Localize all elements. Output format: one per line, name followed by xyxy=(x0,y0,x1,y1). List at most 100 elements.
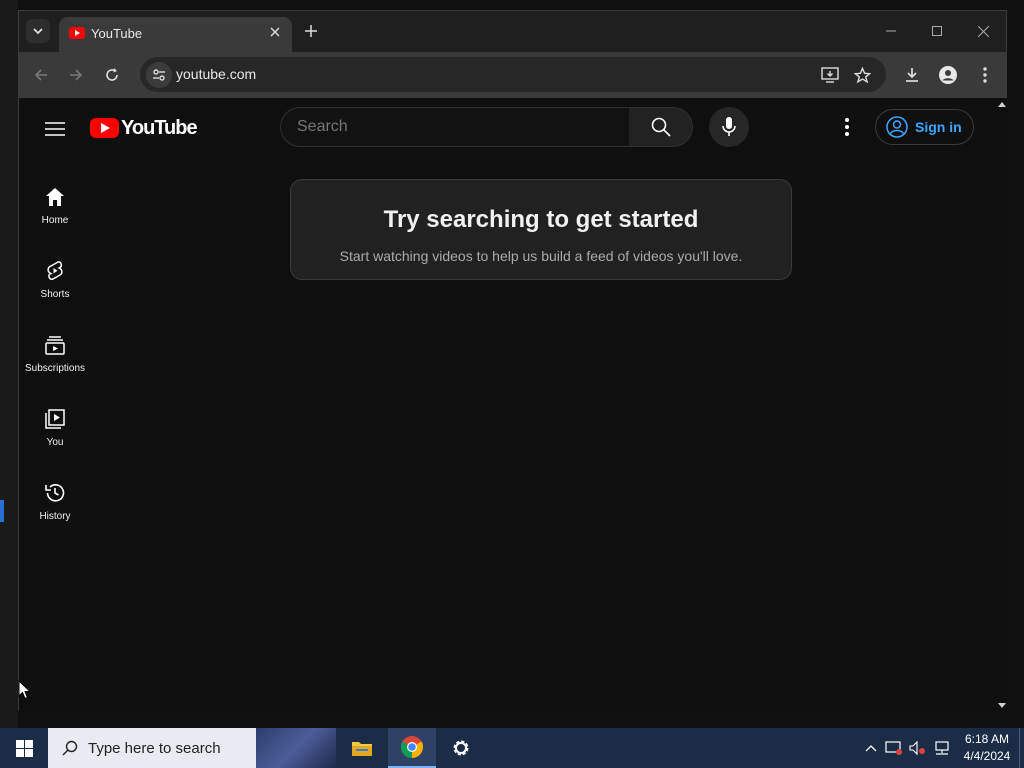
download-icon xyxy=(906,68,918,82)
browser-toolbar: youtube.com xyxy=(19,52,1006,98)
site-info-button[interactable] xyxy=(146,62,172,88)
guide-item-label: Subscriptions xyxy=(24,363,86,374)
plus-icon xyxy=(305,25,317,37)
windows-logo-icon xyxy=(15,739,33,757)
network-icon xyxy=(935,741,949,755)
maximize-icon xyxy=(932,26,942,36)
home-icon xyxy=(43,185,67,209)
arrow-left-icon xyxy=(34,69,47,81)
tune-icon xyxy=(153,69,165,81)
reload-button[interactable] xyxy=(101,64,123,86)
page-scrollbar[interactable] xyxy=(995,98,1007,712)
guide-item-subscriptions[interactable]: Subscriptions xyxy=(19,318,91,392)
network-button[interactable] xyxy=(932,738,952,758)
taskbar-clock[interactable]: 6:18 AM 4/4/2024 xyxy=(958,731,1016,765)
sign-in-label: Sign in xyxy=(915,119,962,135)
tab-strip: YouTube xyxy=(19,11,1006,52)
clock-date: 4/4/2024 xyxy=(963,749,1011,763)
new-tab-button[interactable] xyxy=(301,21,321,41)
tab-youtube[interactable]: YouTube xyxy=(59,17,292,52)
settings-app[interactable] xyxy=(437,728,485,768)
volume-muted-icon xyxy=(909,740,925,756)
star-icon xyxy=(853,66,871,83)
monitor-alert-icon xyxy=(885,741,902,755)
reload-icon xyxy=(106,68,118,81)
subscriptions-icon xyxy=(43,333,67,357)
shorts-icon xyxy=(43,259,67,283)
folder-icon xyxy=(352,742,372,756)
clock-time: 6:18 AM xyxy=(964,732,1010,746)
history-icon xyxy=(43,481,67,505)
close-icon xyxy=(270,27,280,37)
microphone-icon xyxy=(722,117,736,136)
tab-search-button[interactable] xyxy=(26,19,50,43)
youtube-page: YouTube Sign in Home xyxy=(19,98,995,712)
hamburger-icon xyxy=(45,122,65,136)
search-input[interactable] xyxy=(297,118,617,136)
arrow-right-icon xyxy=(70,69,83,81)
sign-in-button[interactable]: Sign in xyxy=(875,109,974,145)
guide-item-history[interactable]: History xyxy=(19,466,91,540)
more-vertical-icon xyxy=(845,118,849,136)
account-circle-icon xyxy=(886,116,908,138)
chevron-down-icon xyxy=(33,28,43,35)
install-icon xyxy=(821,67,839,83)
prompt-title: Try searching to get started xyxy=(383,206,699,233)
guide-item-home[interactable]: Home xyxy=(19,170,91,244)
youtube-wordmark: YouTube xyxy=(121,116,198,139)
chrome-app[interactable] xyxy=(388,728,436,768)
empty-feed-prompt: Try searching to get started Start watch… xyxy=(290,179,792,280)
taskbar-search-box[interactable]: Type here to search xyxy=(48,728,336,768)
chrome-icon xyxy=(401,736,423,758)
windows-taskbar: Type here to search 6:18 AM 4/4/2024 xyxy=(0,728,1024,768)
more-vertical-icon xyxy=(983,67,987,83)
desktop-accent-mark xyxy=(0,500,4,522)
youtube-play-icon xyxy=(90,118,119,138)
search-icon xyxy=(651,117,671,137)
you-icon xyxy=(43,407,67,431)
guide-item-label: You xyxy=(46,437,64,448)
search-highlight-art xyxy=(256,728,336,768)
prompt-subtitle: Start watching videos to help us build a… xyxy=(339,248,743,264)
taskbar-search-placeholder: Type here to search xyxy=(88,739,221,757)
search-icon xyxy=(62,740,78,756)
tab-close-button[interactable] xyxy=(265,22,285,42)
gear-icon xyxy=(453,740,469,756)
guide-item-label: Shorts xyxy=(40,289,70,300)
volume-button[interactable] xyxy=(908,738,928,758)
youtube-favicon-icon xyxy=(69,27,85,39)
scroll-up-arrow-icon[interactable] xyxy=(998,102,1006,107)
chevron-up-icon xyxy=(865,745,877,752)
desktop-window-edge xyxy=(0,0,18,728)
search-button[interactable] xyxy=(629,107,693,147)
back-button[interactable] xyxy=(30,64,52,86)
chrome-menu-button[interactable] xyxy=(974,64,996,86)
youtube-logo[interactable]: YouTube xyxy=(90,116,198,140)
profile-button[interactable] xyxy=(937,64,959,86)
tray-security-icon-button[interactable] xyxy=(884,738,904,758)
show-desktop-button[interactable] xyxy=(1019,728,1024,768)
maximize-button[interactable] xyxy=(922,19,952,43)
downloads-button[interactable] xyxy=(901,64,923,86)
file-explorer-app[interactable] xyxy=(338,728,386,768)
voice-search-button[interactable] xyxy=(709,107,749,147)
forward-button[interactable] xyxy=(65,64,87,86)
address-bar[interactable]: youtube.com xyxy=(140,57,886,92)
search-box[interactable] xyxy=(280,107,630,147)
minimize-icon xyxy=(886,30,896,32)
settings-menu-button[interactable] xyxy=(835,115,859,139)
tab-title: YouTube xyxy=(91,26,143,41)
close-window-button[interactable] xyxy=(968,19,998,43)
guide-item-you[interactable]: You xyxy=(19,392,91,466)
show-hidden-icons-button[interactable] xyxy=(861,738,881,758)
guide-menu-button[interactable] xyxy=(43,117,67,141)
install-app-button[interactable] xyxy=(819,64,841,86)
scroll-down-arrow-icon[interactable] xyxy=(998,703,1006,708)
profile-icon xyxy=(939,66,957,84)
url-text[interactable]: youtube.com xyxy=(176,66,256,82)
bookmark-button[interactable] xyxy=(851,64,873,86)
guide-item-label: Home xyxy=(41,215,69,226)
guide-item-shorts[interactable]: Shorts xyxy=(19,244,91,318)
start-button[interactable] xyxy=(0,728,48,768)
minimize-button[interactable] xyxy=(876,19,906,43)
